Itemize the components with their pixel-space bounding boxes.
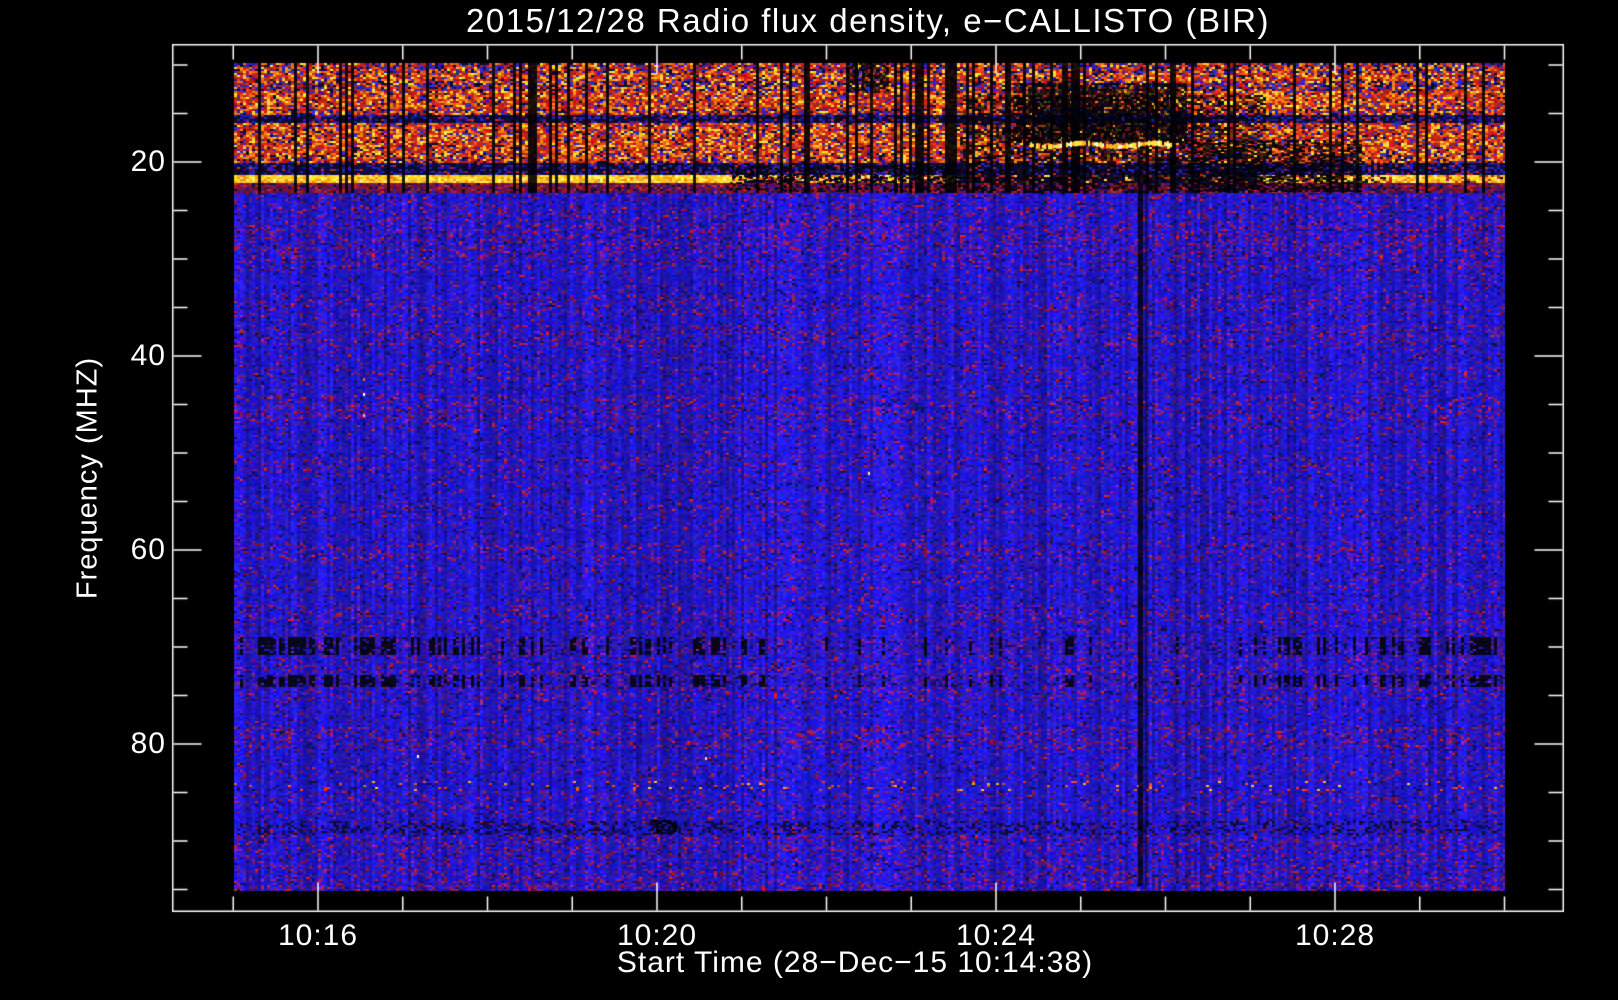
y-tick-label: 20 [130, 145, 166, 178]
y-tick-label: 60 [130, 533, 166, 566]
y-tick-label: 80 [130, 727, 166, 760]
x-tick-label: 10:16 [277, 919, 359, 952]
spectrogram-page: 2015/12/28 Radio flux density, e−CALLIST… [0, 0, 1618, 1000]
x-tick-label: 10:20 [616, 919, 698, 952]
x-tick-label: 10:24 [955, 919, 1037, 952]
y-tick-label: 40 [130, 339, 166, 372]
x-tick-label: 10:28 [1294, 919, 1376, 952]
chart-title: 2015/12/28 Radio flux density, e−CALLIST… [466, 2, 1270, 39]
spectrogram-canvas [0, 0, 1618, 1000]
